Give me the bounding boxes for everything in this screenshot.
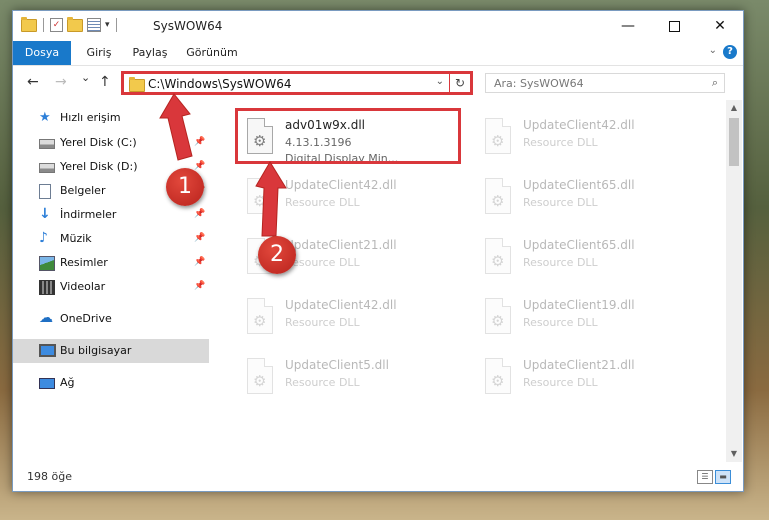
annotation-arrows [159, 93, 287, 237]
arrow-2 [255, 161, 287, 237]
annotation-badge-2: 2 [258, 236, 296, 274]
arrow-1 [159, 93, 193, 161]
annotation-badge-1: 1 [166, 168, 204, 206]
